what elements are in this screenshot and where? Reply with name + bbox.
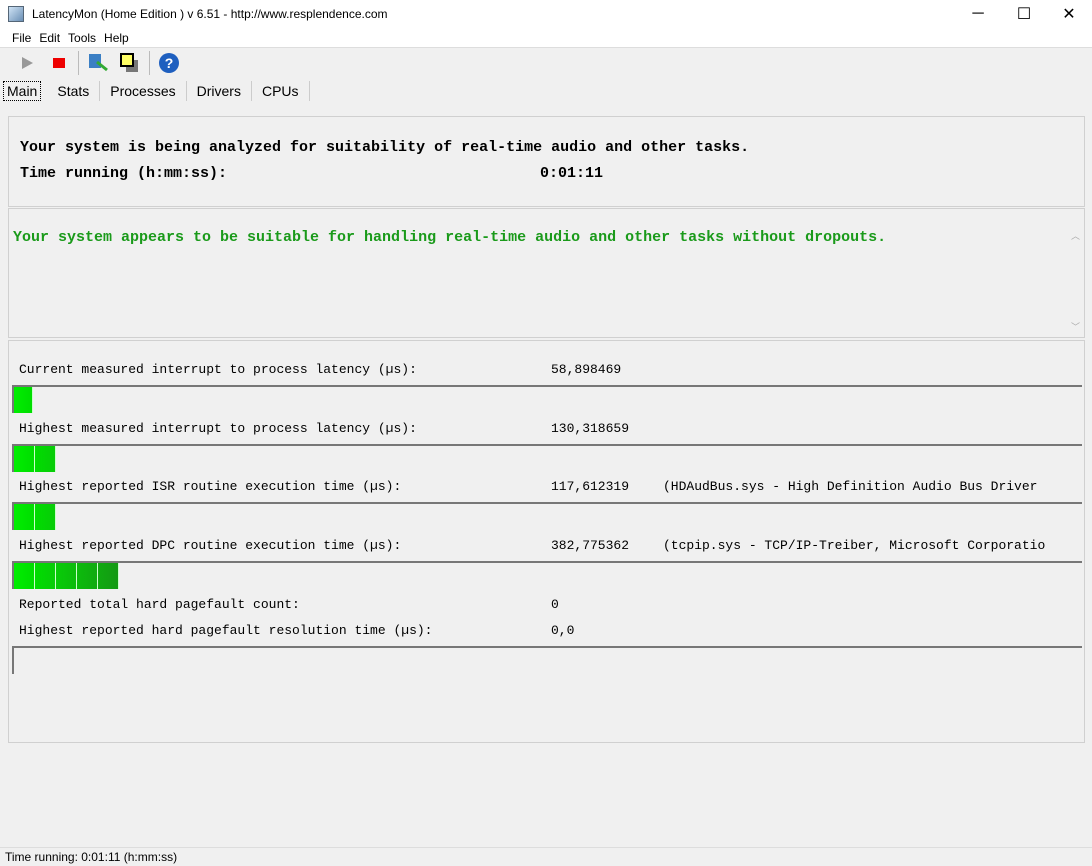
metrics-panel: Current measured interrupt to process la… (8, 340, 1085, 743)
status-bar: Time running: 0:01:11 (h:mm:ss) (0, 847, 1092, 865)
bar-segment (56, 563, 77, 589)
stop-icon[interactable] (46, 51, 72, 75)
dpc-bar (12, 561, 1082, 589)
tab-processes[interactable]: Processes (100, 81, 187, 101)
menu-file[interactable]: File (12, 31, 31, 45)
verdict-text: Your system appears to be suitable for h… (13, 229, 887, 246)
window-title: LatencyMon (Home Edition ) v 6.51 - http… (32, 7, 388, 21)
verdict-panel: Your system appears to be suitable for h… (8, 208, 1085, 338)
metric-dpc: Highest reported DPC routine execution t… (19, 538, 1045, 553)
metric-current-latency: Current measured interrupt to process la… (19, 362, 621, 377)
toolbar: ? (0, 48, 1092, 78)
metric-label: Current measured interrupt to process la… (19, 362, 417, 377)
metric-isr: Highest reported ISR routine execution t… (19, 479, 1037, 494)
menu-edit[interactable]: Edit (39, 31, 60, 45)
play-icon[interactable] (14, 51, 40, 75)
tab-stats[interactable]: Stats (47, 81, 101, 101)
metric-value: 0 (551, 597, 559, 612)
maximize-button[interactable]: ☐ (1001, 0, 1047, 28)
metric-value: 58,898469 (551, 362, 622, 377)
metric-label: Highest reported ISR routine execution t… (19, 479, 402, 494)
metric-label: Reported total hard pagefault count: (19, 597, 300, 612)
help-icon[interactable]: ? (156, 51, 182, 75)
tab-bar: Main Stats Processes Drivers CPUs (0, 78, 1092, 104)
minimize-button[interactable]: ─ (955, 0, 1001, 28)
toolbar-separator (149, 51, 150, 75)
toolbar-separator (78, 51, 79, 75)
bar-segment (98, 563, 119, 589)
bar-segment (14, 446, 35, 472)
title-bar: LatencyMon (Home Edition ) v 6.51 - http… (0, 0, 1092, 28)
verdict-scrollbar[interactable]: ︿ ﹀ (1067, 209, 1084, 337)
tab-main[interactable]: Main (3, 81, 42, 101)
app-icon (8, 6, 24, 22)
latency-bar (12, 444, 1082, 472)
driver-search-icon[interactable] (85, 51, 111, 75)
pagefault-bar (12, 646, 1082, 674)
menu-tools[interactable]: Tools (68, 31, 96, 45)
metric-value: 0,0 (551, 623, 575, 638)
bar-segment (35, 563, 56, 589)
windows-icon[interactable] (117, 51, 143, 75)
metric-value: 130,318659 (551, 421, 630, 436)
bar-segment (35, 446, 56, 472)
tab-drivers[interactable]: Drivers (187, 81, 252, 101)
bar-segment (14, 563, 35, 589)
bar-segment (77, 563, 98, 589)
metric-label: Highest reported hard pagefault resoluti… (19, 623, 433, 638)
metric-detail: (tcpip.sys - TCP/IP-Treiber, Microsoft C… (663, 538, 1046, 553)
metric-detail: (HDAudBus.sys - High Definition Audio Bu… (663, 479, 1038, 494)
time-running-label: Time running (h:mm:ss): (20, 165, 228, 182)
metric-value: 382,775362 (551, 538, 630, 553)
bar-segment (35, 504, 56, 530)
latency-bar (12, 385, 1082, 413)
bar-segment (14, 504, 35, 530)
metric-highest-latency: Highest measured interrupt to process la… (19, 421, 629, 436)
tab-cpus[interactable]: CPUs (252, 81, 310, 101)
analysis-header-panel: Your system is being analyzed for suitab… (8, 116, 1085, 207)
bar-segment (14, 387, 34, 413)
menu-help[interactable]: Help (104, 31, 129, 45)
pagefault-count: Reported total hard pagefault count: 0 (19, 597, 559, 612)
isr-bar (12, 502, 1082, 530)
analysis-status-text: Your system is being analyzed for suitab… (20, 139, 750, 156)
time-running-value: 0:01:11 (540, 165, 604, 182)
metric-label: Highest reported DPC routine execution t… (19, 538, 402, 553)
menu-bar: File Edit Tools Help (0, 28, 1092, 48)
close-button[interactable]: ✕ (1046, 0, 1092, 28)
metric-value: 117,612319 (551, 479, 630, 494)
pagefault-time: Highest reported hard pagefault resoluti… (19, 623, 574, 638)
svg-text:?: ? (165, 55, 174, 71)
metric-label: Highest measured interrupt to process la… (19, 421, 417, 436)
